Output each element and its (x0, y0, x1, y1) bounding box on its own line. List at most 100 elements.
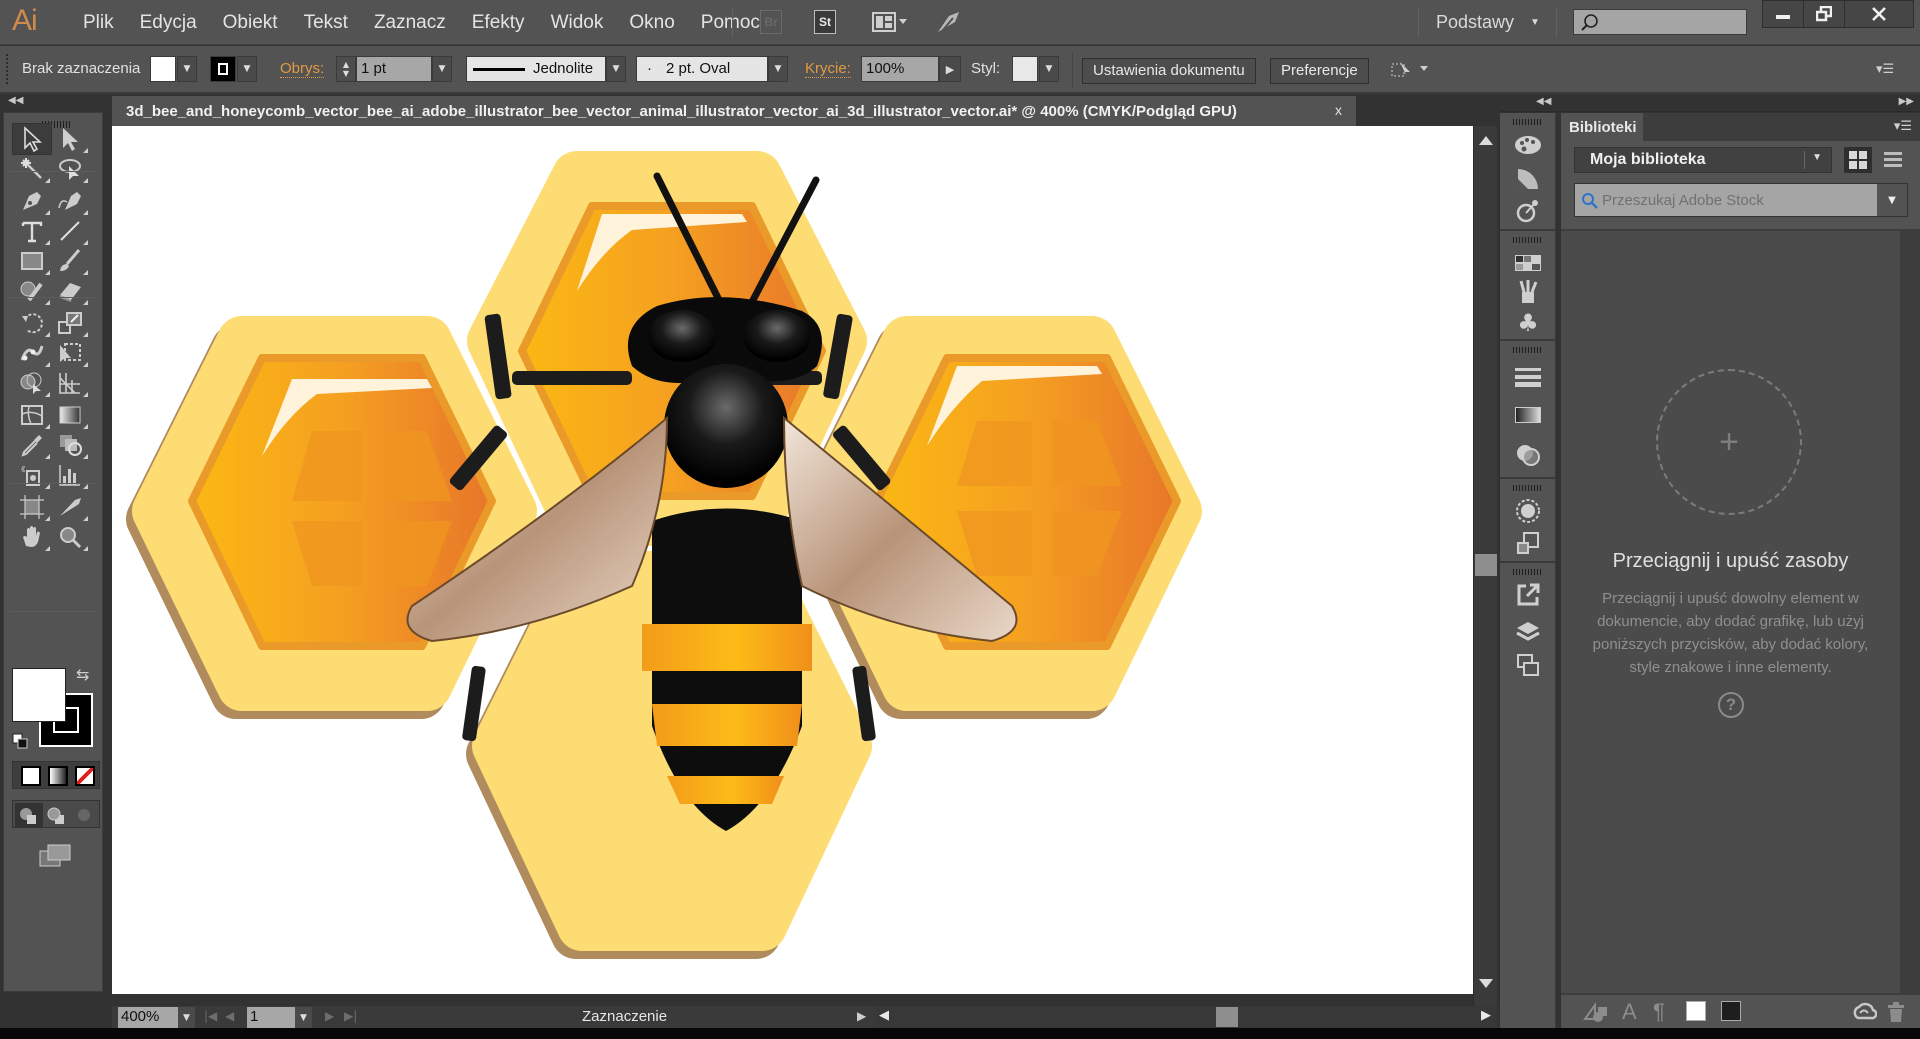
layers-icon[interactable] (1512, 615, 1544, 647)
gradient-panel-icon[interactable] (1512, 399, 1544, 431)
graphic-styles-icon[interactable] (1512, 527, 1544, 559)
bee-honeycomb-artwork[interactable] (112, 126, 1473, 994)
arrange-documents-icon[interactable] (870, 10, 914, 34)
fill-color-box[interactable] (12, 668, 66, 722)
direct-selection-tool[interactable] (50, 123, 90, 155)
mesh-tool[interactable] (12, 399, 52, 431)
close-button[interactable] (1844, 0, 1914, 28)
close-document-icon[interactable]: x (1335, 102, 1342, 118)
menu-select[interactable]: Zaznacz (361, 12, 459, 34)
rectangle-tool[interactable] (12, 245, 52, 277)
list-view-button[interactable] (1879, 147, 1907, 173)
appearance-icon[interactable] (1512, 495, 1544, 527)
column-graph-tool[interactable] (50, 459, 90, 491)
tab-libraries[interactable]: Biblioteki (1561, 113, 1643, 141)
artboards-icon[interactable] (1512, 649, 1544, 681)
artboard-number-input[interactable]: 1 (247, 1007, 295, 1028)
next-artboard-icon[interactable]: ▶ (325, 1009, 334, 1023)
stroke-profile-dropdown[interactable]: ▼ (606, 56, 626, 82)
horizontal-scroll-thumb[interactable] (1216, 1007, 1238, 1027)
add-character-style-icon[interactable]: A (1622, 999, 1637, 1024)
graphic-style-dropdown[interactable]: ▼ (1039, 56, 1059, 82)
export-icon[interactable] (1512, 579, 1544, 611)
adobe-stock-search-input[interactable]: Przeszukaj Adobe Stock ▼ (1574, 183, 1908, 217)
dock-grip[interactable] (1513, 347, 1543, 353)
stroke-weight-dropdown[interactable]: ▼ (432, 56, 452, 82)
library-content-area[interactable]: + Przeciągnij i upuść zasoby Przeciągnij… (1561, 229, 1900, 993)
artboard-canvas[interactable] (112, 126, 1473, 994)
menu-effect[interactable]: Efekty (459, 12, 538, 34)
free-transform-tool[interactable] (50, 337, 90, 369)
opacity-label[interactable]: Krycie: (805, 60, 851, 78)
symbol-sprayer-tool[interactable] (12, 459, 52, 491)
color-themes-icon[interactable] (1512, 195, 1544, 227)
grid-view-button[interactable] (1844, 147, 1872, 173)
isolate-selection-icon[interactable] (1390, 58, 1434, 84)
dock-grip[interactable] (1513, 237, 1543, 243)
pen-tool[interactable] (12, 185, 52, 217)
document-setup-button[interactable]: Ustawienia dokumentu (1082, 58, 1256, 84)
stroke-weight-input[interactable]: 1 pt (356, 56, 432, 82)
gradient-tool[interactable] (50, 399, 90, 431)
workspace-switcher[interactable]: Podstawy ▼ (1436, 0, 1540, 45)
line-segment-tool[interactable] (50, 215, 90, 247)
default-colors-icon[interactable] (12, 733, 28, 749)
selection-tool[interactable] (12, 123, 52, 155)
symbols-icon[interactable]: ♣ (1512, 307, 1544, 339)
help-icon[interactable]: ? (1718, 692, 1744, 718)
creative-cloud-icon[interactable] (1851, 1001, 1877, 1023)
dock-grip[interactable] (1513, 569, 1543, 575)
color-panel-icon[interactable] (1512, 129, 1544, 161)
scroll-down-icon[interactable] (1479, 979, 1493, 988)
draw-inside-button[interactable] (71, 803, 99, 827)
gpu-performance-icon[interactable] (934, 10, 964, 34)
stroke-swatch[interactable] (210, 56, 236, 82)
hand-tool[interactable] (12, 521, 52, 553)
dock-grip[interactable] (1513, 119, 1543, 125)
collapse-panel-icon[interactable]: ◀◀ (8, 95, 23, 106)
gradient-mode-button[interactable] (48, 766, 68, 786)
slice-tool[interactable] (50, 491, 90, 523)
vertical-scroll-thumb[interactable] (1475, 554, 1497, 576)
stroke-weight-stepper[interactable]: ▲ ▼ (336, 56, 356, 82)
scroll-up-icon[interactable] (1479, 136, 1493, 145)
panel-menu-icon[interactable]: ▾☰ (1876, 62, 1894, 77)
library-select[interactable]: Moja biblioteka ▼ (1574, 147, 1832, 173)
restore-button[interactable] (1803, 0, 1845, 28)
menu-view[interactable]: Widok (538, 12, 617, 34)
bridge-icon[interactable]: Br (760, 10, 782, 34)
library-scrollbar[interactable] (1900, 229, 1920, 993)
graphic-style-swatch[interactable] (1012, 56, 1038, 82)
artboard-dropdown[interactable]: ▼ (295, 1007, 312, 1028)
scale-tool[interactable] (50, 307, 90, 339)
stock-icon[interactable]: St (814, 10, 836, 34)
add-graphic-icon[interactable] (1583, 1001, 1609, 1023)
dock-grip[interactable] (1513, 485, 1543, 491)
collapse-dock-icon[interactable]: ◀◀ (1536, 96, 1551, 107)
panel-menu-icon[interactable]: ▾☰ (1894, 119, 1912, 134)
control-bar-grip[interactable] (6, 54, 9, 84)
eraser-tool[interactable] (50, 275, 90, 307)
puppet-warp-tool[interactable] (12, 337, 52, 369)
eyedropper-tool[interactable] (12, 429, 52, 461)
menu-edit[interactable]: Edycja (127, 12, 210, 34)
blend-tool[interactable] (50, 429, 90, 461)
scroll-left-icon[interactable]: ◀ (879, 1008, 889, 1023)
rotate-tool[interactable] (12, 307, 52, 339)
zoom-dropdown[interactable]: ▼ (178, 1007, 195, 1028)
status-menu-arrow-icon[interactable]: ▶ (857, 1009, 866, 1023)
draw-normal-button[interactable] (15, 803, 43, 827)
shaper-tool[interactable] (12, 275, 52, 307)
transparency-icon[interactable] (1512, 439, 1544, 471)
color-mode-button[interactable] (21, 766, 41, 786)
document-tab[interactable]: 3d_bee_and_honeycomb_vector_bee_ai_adobe… (112, 96, 1356, 126)
first-artboard-icon[interactable]: |◀ (204, 1009, 217, 1023)
type-tool[interactable] (12, 215, 52, 247)
brush-select[interactable]: · 2 pt. Oval (636, 56, 768, 82)
opacity-slider-button[interactable]: ▶ (939, 56, 961, 82)
brush-dropdown[interactable]: ▼ (768, 56, 788, 82)
expand-dock-icon[interactable]: ▶▶ (1899, 96, 1914, 107)
brushes-icon[interactable] (1512, 275, 1544, 307)
color-guide-icon[interactable] (1512, 163, 1544, 195)
menu-file[interactable]: Plik (70, 12, 127, 34)
